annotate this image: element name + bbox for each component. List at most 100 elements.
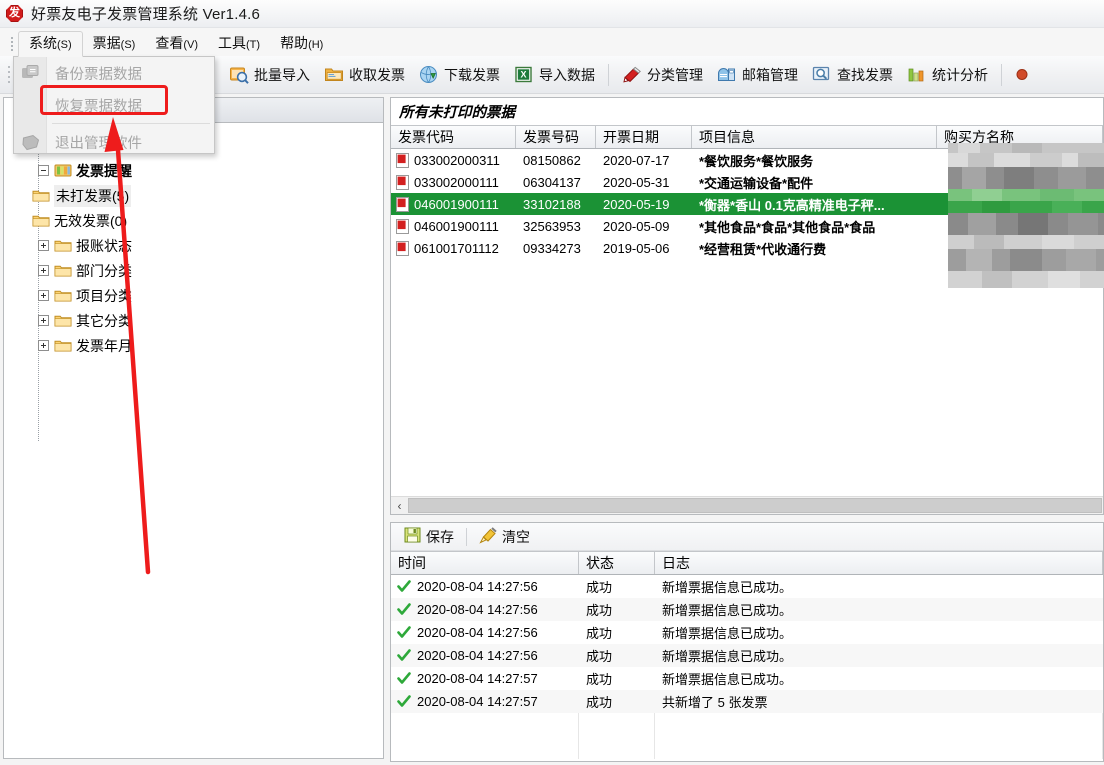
window-title: 好票友电子发票管理系统 Ver1.4.6 (31, 6, 261, 23)
invoice-code-text: 033002000311 (414, 152, 500, 168)
log-clear-button[interactable]: 清空 (473, 525, 536, 549)
menu-item-restore-data[interactable]: 恢复票据数据 (14, 89, 214, 121)
column-header-invoice-code[interactable]: 发票代码 (391, 126, 516, 148)
expander-expand-icon[interactable] (38, 265, 49, 276)
menu-item-backup-data-label: 备份票据数据 (55, 66, 142, 83)
menu-bills-accel: (S) (120, 38, 136, 51)
menubar-grip[interactable] (8, 35, 16, 53)
toolbar-button-import-data[interactable]: X 导入数据 (507, 62, 602, 88)
tree-label-unprinted-invoices: 未打发票(5) (54, 184, 132, 207)
cell-log-message: 共新增了 5 张发票 (662, 695, 768, 710)
toolbar-button-overflow[interactable] (1008, 62, 1042, 87)
expander-expand-icon[interactable] (38, 315, 49, 326)
pdf-file-icon (396, 240, 409, 256)
table-row[interactable]: 2020-08-04 14:27:57 成功 共新增了 5 张发票 (391, 690, 1103, 713)
tree-node-other-category[interactable]: 其它分类 (9, 308, 379, 333)
column-header-issue-date[interactable]: 开票日期 (596, 126, 692, 148)
menu-system-accel: (S) (57, 38, 72, 51)
toolbar-separator-1 (608, 63, 609, 86)
cell-log-time: 2020-08-04 14:27:56 (391, 648, 579, 663)
system-dropdown-menu: 备份票据数据 恢复票据数据 退出管理软件 (13, 56, 215, 154)
app-icon-glyph: 发 (9, 7, 20, 19)
table-row[interactable]: 2020-08-04 14:27:56 成功 新增票据信息已成功。 (391, 621, 1103, 644)
buyer-name-redaction (948, 143, 1104, 288)
menu-system[interactable]: 系统(S) (18, 30, 83, 57)
cell-log-status: 成功 (586, 603, 613, 618)
invoice-reminder-icon (54, 163, 72, 178)
tree-node-project-category[interactable]: 项目分类 (9, 283, 379, 308)
toolbar-button-statistics[interactable]: 统计分析 (900, 62, 995, 88)
menu-item-exit-software[interactable]: 退出管理软件 (14, 126, 214, 158)
success-check-icon (397, 695, 411, 708)
menu-bills-label: 票据 (92, 34, 121, 51)
invoice-list-horizontal-scrollbar[interactable]: ‹ (391, 496, 1103, 514)
invoice-code-text: 046001900111 (414, 196, 499, 212)
tree-label-invoice-reminder: 发票提醒 (76, 162, 132, 179)
scroll-left-arrow-icon[interactable]: ‹ (391, 497, 408, 514)
receive-invoice-icon (324, 65, 344, 84)
log-time-text: 2020-08-04 14:27:56 (417, 648, 538, 663)
category-manage-icon (622, 65, 642, 84)
log-time-text: 2020-08-04 14:27:56 (417, 625, 538, 640)
restore-icon (20, 95, 42, 115)
log-save-button[interactable]: 保存 (398, 525, 460, 549)
menu-bills[interactable]: 票据(S) (83, 32, 146, 56)
expander-expand-icon[interactable] (38, 340, 49, 351)
cell-invoice-code: 046001900111 (391, 196, 516, 212)
column-header-time[interactable]: 时间 (391, 552, 579, 574)
column-header-item-info[interactable]: 项目信息 (692, 126, 937, 148)
table-row[interactable]: 2020-08-04 14:27:57 成功 新增票据信息已成功。 (391, 667, 1103, 690)
cell-invoice-number: 06304137 (523, 174, 581, 190)
folder-icon (54, 238, 72, 253)
cell-log-status: 成功 (586, 580, 613, 595)
toolbar-button-mailbox-manage[interactable]: 邮箱管理 (710, 62, 805, 88)
tree-label-invoice-year-month: 发票年月 (76, 337, 132, 354)
expander-expand-icon[interactable] (38, 290, 49, 301)
log-toolbar-separator (466, 527, 467, 546)
menu-item-backup-data[interactable]: 备份票据数据 (14, 57, 214, 89)
log-time-text: 2020-08-04 14:27:56 (417, 579, 538, 594)
table-row[interactable]: 2020-08-04 14:27:56 成功 新增票据信息已成功。 (391, 575, 1103, 598)
toolbar-grip[interactable] (4, 62, 13, 88)
cell-log-time: 2020-08-04 14:27:57 (391, 671, 579, 686)
column-header-message[interactable]: 日志 (655, 552, 1103, 574)
table-row[interactable]: 2020-08-04 14:27:56 成功 新增票据信息已成功。 (391, 598, 1103, 621)
menu-help[interactable]: 帮助(H) (270, 32, 333, 56)
menu-bar: 系统(S) 票据(S) 查看(V) 工具(T) 帮助(H) (0, 28, 1104, 57)
menu-view[interactable]: 查看(V) (145, 32, 208, 56)
success-check-icon (397, 626, 411, 639)
tree-node-department-category[interactable]: 部门分类 (9, 258, 379, 283)
backup-icon (20, 63, 42, 83)
column-header-status[interactable]: 状态 (579, 552, 655, 574)
pdf-file-icon (396, 218, 409, 234)
toolbar-label-download-invoice: 下载发票 (444, 66, 500, 83)
toolbar-button-receive-invoice[interactable]: 收取发票 (317, 62, 412, 88)
cell-log-message: 新增票据信息已成功。 (662, 649, 793, 664)
invoice-code-text: 061001701112 (414, 240, 499, 256)
menu-tools[interactable]: 工具(T) (208, 32, 270, 56)
toolbar-button-search-invoice[interactable]: 查找发票 (805, 62, 900, 88)
cell-invoice-number: 32563953 (523, 218, 581, 234)
toolbar-button-download-invoice[interactable]: 下载发票 (412, 62, 507, 88)
table-row[interactable]: 2020-08-04 14:27:56 成功 新增票据信息已成功。 (391, 644, 1103, 667)
column-header-invoice-number[interactable]: 发票号码 (516, 126, 596, 148)
tree-node-invoice-reminder[interactable]: 发票提醒 (9, 158, 379, 183)
folder-icon (54, 338, 72, 353)
tree-node-reimbursement-status[interactable]: 报账状态 (9, 233, 379, 258)
menu-system-label: 系统 (29, 34, 57, 51)
toolbar-button-batch-import[interactable]: 批量导入 (222, 62, 317, 88)
tree-node-unprinted-invoices[interactable]: 未打发票(5) (9, 183, 379, 208)
expander-collapse-icon[interactable] (38, 165, 49, 176)
toolbar-label-statistics: 统计分析 (932, 66, 988, 83)
tree-node-invalid-invoices[interactable]: 无效发票(0) (9, 208, 379, 233)
cell-invoice-number: 08150862 (523, 152, 581, 168)
scrollbar-thumb[interactable] (408, 498, 1102, 513)
menu-help-accel: (H) (308, 38, 324, 51)
tree-node-invoice-year-month[interactable]: 发票年月 (9, 333, 379, 358)
invoice-list-panel: 所有未打印的票据 发票代码 发票号码 开票日期 项目信息 购买方名称 03300… (390, 97, 1104, 515)
cell-issue-date: 2019-05-06 (603, 240, 670, 256)
expander-expand-icon[interactable] (38, 240, 49, 251)
folder-icon (54, 263, 72, 278)
svg-text:X: X (520, 69, 526, 79)
toolbar-button-category-manage[interactable]: 分类管理 (615, 62, 710, 88)
